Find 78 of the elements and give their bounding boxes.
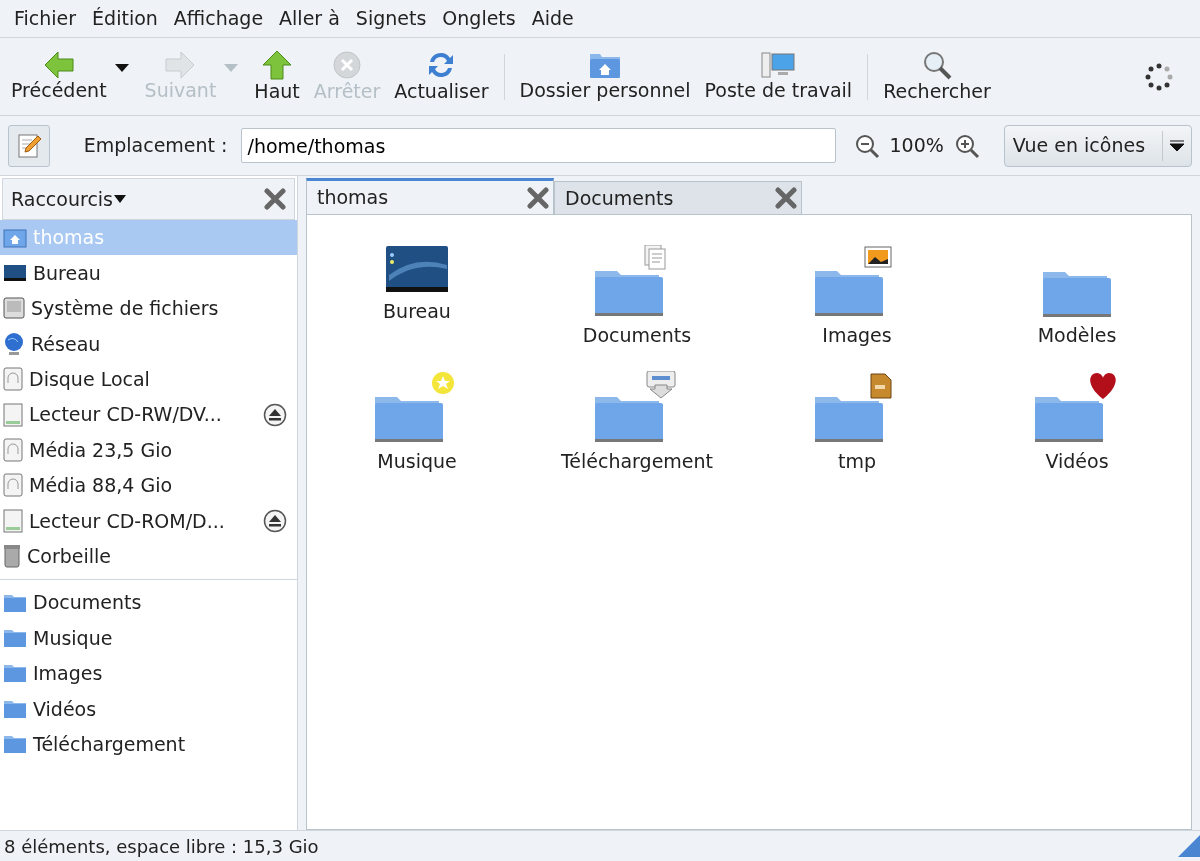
- computer-icon: [761, 51, 796, 80]
- file-item[interactable]: Bureau: [307, 245, 527, 371]
- location-field[interactable]: /home/thomas: [241, 128, 836, 163]
- caret-icon: [1169, 139, 1185, 152]
- folder-icon: [3, 734, 27, 755]
- folder-icon: [3, 698, 27, 719]
- eject-icon[interactable]: [263, 402, 287, 427]
- location-label: Emplacement :: [83, 133, 228, 159]
- close-icon[interactable]: [775, 187, 797, 209]
- menu-item[interactable]: Édition: [84, 4, 166, 33]
- tab[interactable]: Documents: [554, 181, 802, 214]
- desktop-icon: [385, 245, 449, 293]
- status-text: 8 éléments, espace libre : 15,3 Gio: [4, 834, 319, 859]
- globe-icon: [3, 331, 25, 356]
- up-arrow-icon: [262, 50, 293, 81]
- sidebar-item[interactable]: Musique: [0, 620, 297, 656]
- eject-icon[interactable]: [263, 508, 287, 533]
- sidebar-item[interactable]: Corbeille: [0, 538, 297, 574]
- folder-icon: [3, 592, 27, 613]
- sidebar-item[interactable]: Réseau: [0, 326, 297, 362]
- left-arrow-icon: [43, 51, 74, 80]
- file-item[interactable]: Documents: [527, 245, 747, 371]
- view-mode-dropdown[interactable]: Vue en icônes: [1003, 124, 1192, 167]
- trash-icon: [3, 544, 21, 569]
- caret-icon[interactable]: [113, 62, 130, 73]
- folder-icon: [1042, 271, 1112, 317]
- zoom-level: 100%: [889, 133, 944, 159]
- sidebar-item[interactable]: Bureau: [0, 255, 297, 291]
- sidebar-item[interactable]: Média 23,5 Gio: [0, 432, 297, 468]
- sidebar-item[interactable]: Média 88,4 Gio: [0, 467, 297, 504]
- folder-icon: [3, 663, 27, 684]
- sidebar-item[interactable]: Lecteur CD-RW/DV...: [0, 396, 297, 433]
- sidebar-item[interactable]: Vidéos: [0, 691, 297, 727]
- loading-spinner-icon: [1144, 61, 1174, 92]
- zoom-in-icon[interactable]: [953, 132, 980, 159]
- menu-item[interactable]: Aide: [523, 4, 582, 33]
- close-icon[interactable]: [264, 188, 286, 210]
- sidebar-item[interactable]: Images: [0, 655, 297, 692]
- drive-icon: [3, 297, 25, 320]
- toolbar-button[interactable]: Poste de travail: [697, 51, 860, 102]
- menu-item[interactable]: Onglets: [434, 4, 524, 33]
- home-folder-icon: [3, 227, 27, 248]
- file-item[interactable]: Modèles: [967, 245, 1187, 371]
- close-icon[interactable]: [527, 186, 549, 209]
- toolbar-button[interactable]: Précédent: [4, 51, 114, 102]
- file-item[interactable]: Téléchargement: [527, 371, 747, 497]
- folder-icon: [3, 628, 27, 648]
- optical-drive-icon: [3, 402, 23, 427]
- resize-grip-icon: [1178, 835, 1200, 857]
- home-folder-icon: [589, 51, 621, 80]
- toolbar-button[interactable]: Haut: [247, 50, 307, 103]
- search-icon: [921, 50, 952, 81]
- stop-icon: [332, 50, 363, 81]
- menu-item[interactable]: Signets: [347, 4, 435, 33]
- optical-drive-icon: [3, 508, 23, 533]
- sidebar-item[interactable]: Lecteur CD-ROM/D...: [0, 503, 297, 539]
- tab[interactable]: thomas: [306, 178, 554, 214]
- sidebar-item[interactable]: Système de fichiers: [0, 290, 297, 327]
- file-item[interactable]: Vidéos: [967, 371, 1187, 497]
- toolbar-button[interactable]: Rechercher: [876, 50, 998, 103]
- toolbar-button[interactable]: Actualiser: [387, 50, 496, 103]
- zoom-out-icon[interactable]: [853, 132, 880, 159]
- sidebar-item[interactable]: Documents: [0, 584, 297, 621]
- monitor-icon: [3, 264, 27, 283]
- caret-icon: [113, 194, 127, 204]
- menu-item[interactable]: Fichier: [6, 4, 85, 33]
- file-item[interactable]: Images: [747, 245, 967, 371]
- file-item[interactable]: Musique: [307, 371, 527, 497]
- sidebar-item[interactable]: Téléchargement: [0, 726, 297, 762]
- sidebar-item[interactable]: Disque Local: [0, 361, 297, 397]
- menu-item[interactable]: Affichage: [165, 4, 272, 33]
- toolbar-button[interactable]: Dossier personnel: [512, 51, 698, 102]
- menu-item[interactable]: Aller à: [271, 4, 348, 33]
- right-arrow-icon: [165, 51, 196, 80]
- sidebar-mode-dropdown[interactable]: Raccourcis: [11, 184, 127, 214]
- edit-location-button[interactable]: [8, 124, 50, 167]
- pencil-note-icon: [15, 132, 42, 159]
- file-item[interactable]: tmp: [747, 371, 967, 497]
